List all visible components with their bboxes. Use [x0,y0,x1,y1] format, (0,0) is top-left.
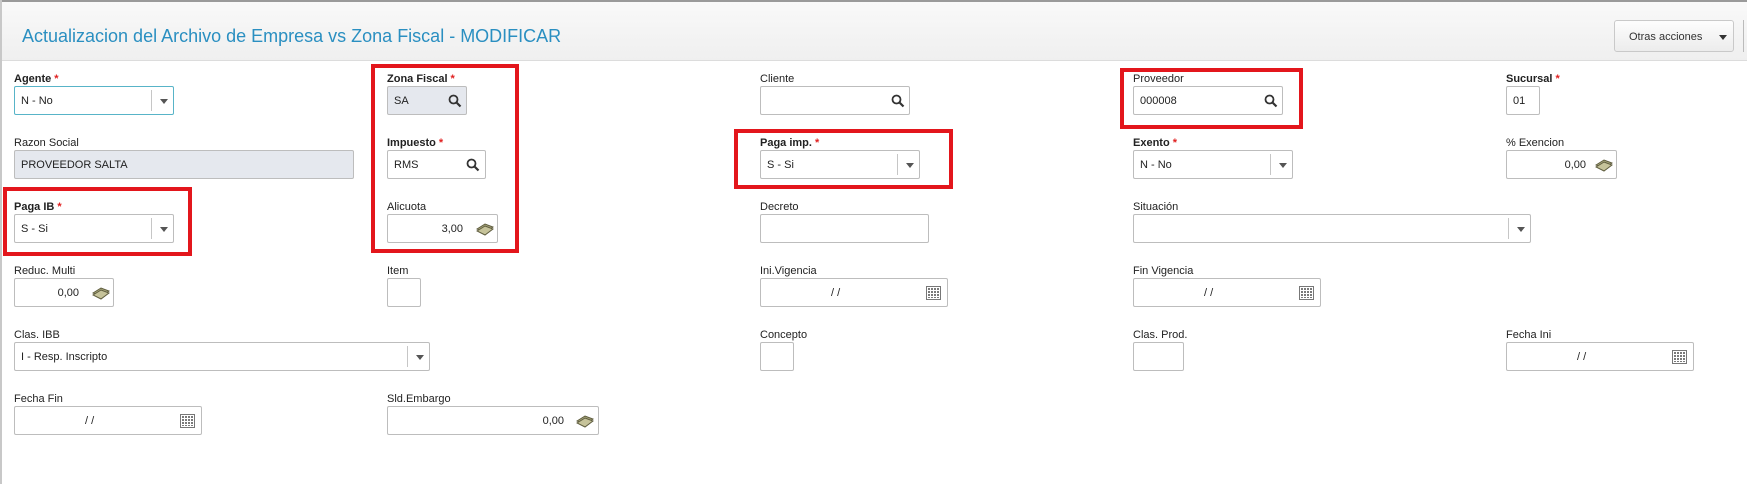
decreto-field[interactable] [760,214,929,243]
highlight-box-paga-ib [3,187,192,256]
exento-label: Exento * [1133,137,1177,149]
page-title: Actualizacion del Archivo de Empresa vs … [22,26,562,46]
reduc-multi-field[interactable]: 0,00 [14,278,114,307]
highlight-box-zona-impuesto-alicuota [371,64,519,253]
otras-acciones-button[interactable]: Otras acciones [1614,20,1734,52]
sucursal-label: Sucursal * [1506,73,1560,85]
situacion-select[interactable] [1133,214,1531,243]
fecha-fin-label: Fecha Fin [14,393,63,405]
agente-value: N - No [21,95,53,107]
concepto-field[interactable] [760,342,794,371]
highlight-box-proveedor [1120,68,1303,129]
razon-social-value: PROVEEDOR SALTA [21,159,128,171]
calendar-icon[interactable] [1672,350,1687,364]
cliente-field[interactable] [760,86,910,115]
reduc-multi-value: 0,00 [57,287,79,299]
fin-vigencia-value: / / [1204,287,1214,299]
fecha-fin-value: / / [85,415,95,427]
calendar-icon[interactable] [180,414,195,428]
concepto-label: Concepto [760,329,808,341]
select-divider [151,90,152,111]
chevron-down-icon [1279,163,1287,168]
agente-select[interactable]: N - No [14,86,174,115]
reduc-multi-label: Reduc. Multi [14,265,76,277]
money-icon [1595,159,1613,172]
cliente-label: Cliente [760,73,795,85]
select-divider [1508,218,1509,239]
sucursal-value: 01 [1513,95,1526,107]
exento-select[interactable]: N - No [1133,150,1293,179]
chevron-down-icon [416,355,424,360]
sld-embargo-field[interactable]: 0,00 [387,406,599,435]
clas-ibb-value: I - Resp. Inscripto [21,351,108,363]
calendar-icon[interactable] [926,286,941,300]
chevron-down-icon [160,99,168,104]
fecha-ini-value: / / [1577,351,1587,363]
select-divider [1270,154,1271,175]
header-separator [1743,20,1744,52]
calendar-icon[interactable] [1299,286,1314,300]
chevron-down-icon [1719,35,1727,40]
sld-embargo-value: 0,00 [542,415,564,427]
pct-exencion-field[interactable]: 0,00 [1506,150,1617,179]
decreto-label: Decreto [760,201,799,213]
situacion-label: Situación [1133,201,1179,213]
clas-ibb-label: Clas. IBB [14,329,60,341]
otras-acciones-label: Otras acciones [1629,31,1703,43]
money-icon [576,415,594,428]
razon-social-field: PROVEEDOR SALTA [14,150,354,179]
clas-prod-label: Clas. Prod. [1133,329,1188,341]
ini-vigencia-field[interactable]: / / [760,278,948,307]
razon-social-label: Razon Social [14,137,79,149]
fecha-ini-label: Fecha Ini [1506,329,1552,341]
fin-vigencia-label: Fin Vigencia [1133,265,1194,277]
item-label: Item [387,265,409,277]
sucursal-field[interactable]: 01 [1506,86,1540,115]
window-left-border [0,0,2,484]
page-header: Actualizacion del Archivo de Empresa vs … [2,2,1747,61]
item-field[interactable] [387,278,421,307]
ini-vigencia-value: / / [831,287,841,299]
chevron-down-icon [1517,227,1525,232]
pct-exencion-value: 0,00 [1564,159,1586,171]
select-divider [407,346,408,367]
agente-label: Agente * [14,73,59,85]
sld-embargo-label: Sld.Embargo [387,393,451,405]
exento-value: N - No [1140,159,1172,171]
highlight-box-paga-imp [734,129,953,189]
magnifier-icon[interactable] [891,94,905,108]
fecha-ini-field[interactable]: / / [1506,342,1694,371]
fecha-fin-field[interactable]: / / [14,406,202,435]
ini-vigencia-label: Ini.Vigencia [760,265,817,277]
money-icon [92,287,110,300]
pct-exencion-label: % Exencion [1506,137,1565,149]
fin-vigencia-field[interactable]: / / [1133,278,1321,307]
clas-ibb-select[interactable]: I - Resp. Inscripto [14,342,430,371]
clas-prod-field[interactable] [1133,342,1184,371]
